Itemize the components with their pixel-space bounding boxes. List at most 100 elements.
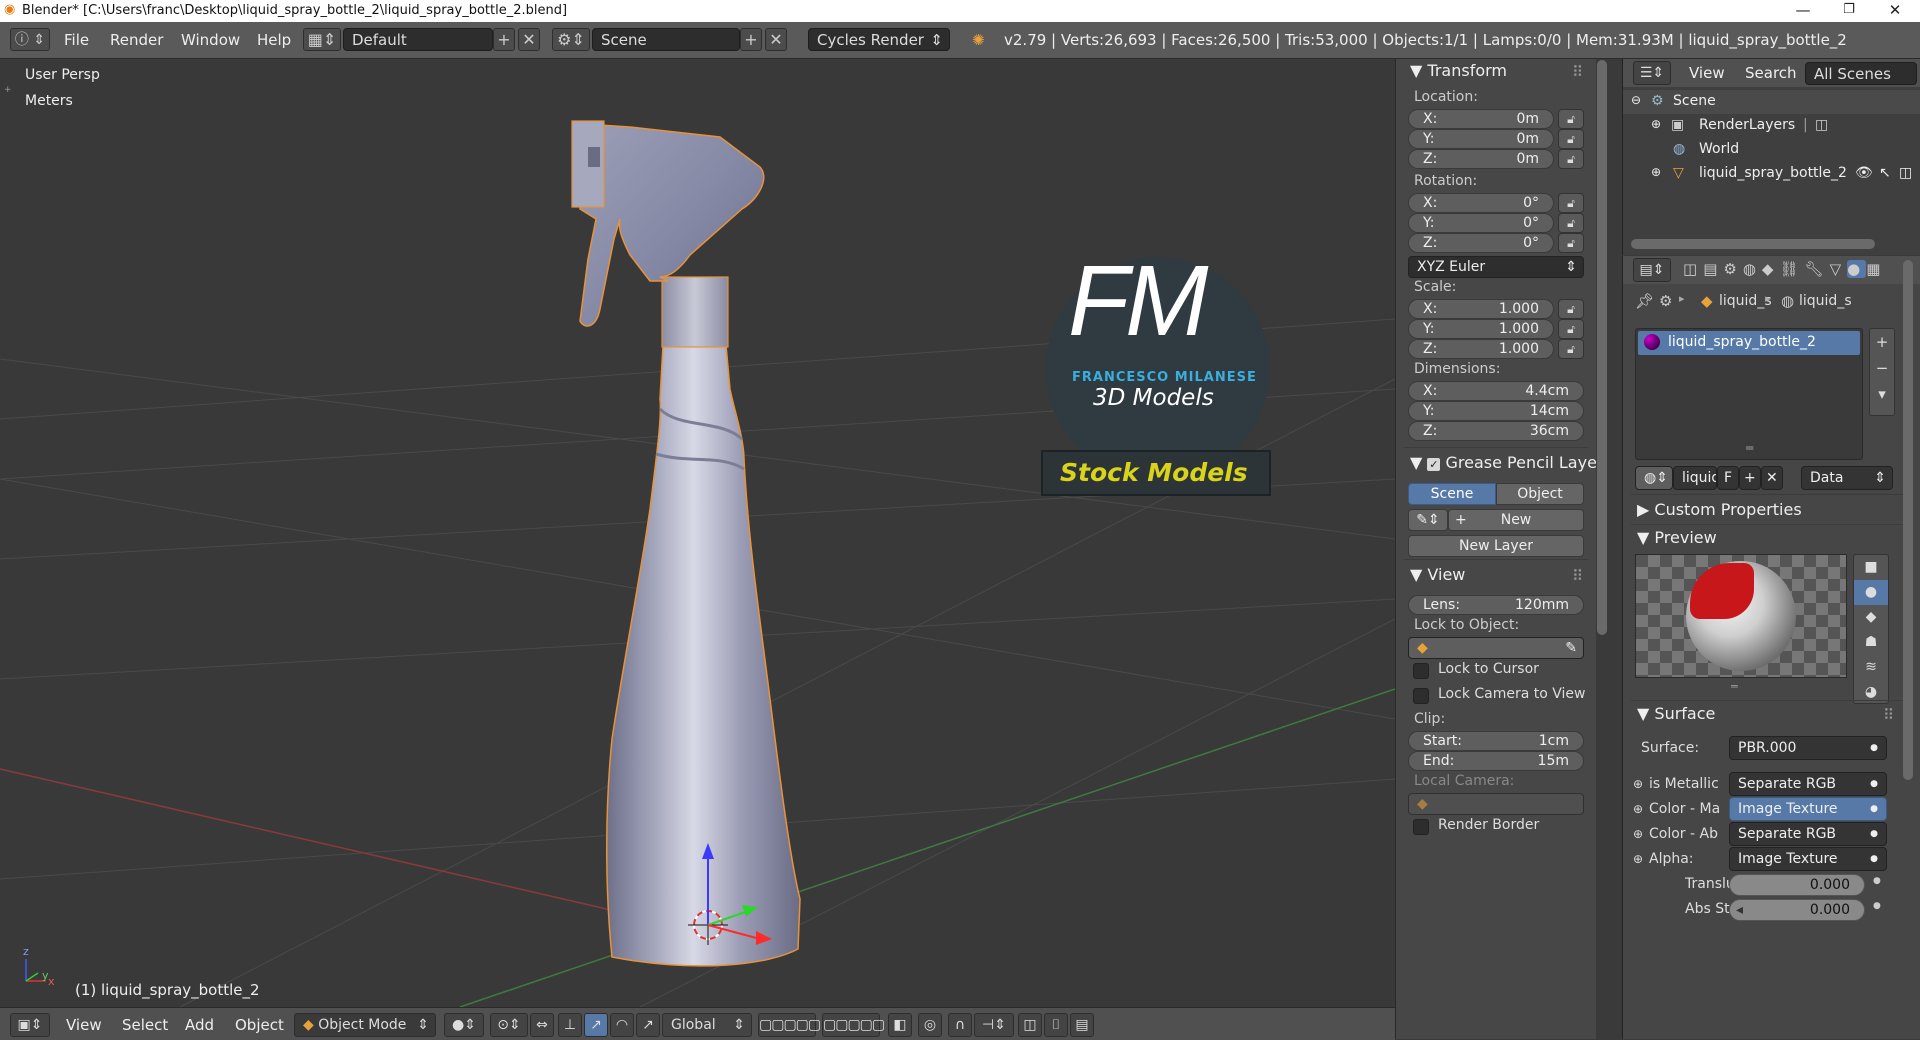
rotation-mode-select[interactable]: XYZ Euler ⇕ (1408, 256, 1584, 278)
close-button[interactable]: ✕ (1872, 0, 1918, 22)
preview-header[interactable]: ▼ Preview (1637, 528, 1717, 547)
input-select-alpha[interactable]: Image Texture ● (1729, 847, 1887, 871)
location-z-field[interactable]: Z: 0m (1408, 149, 1554, 169)
snap-element-select[interactable]: ⊣⇕ (974, 1013, 1014, 1037)
menu-help[interactable]: Help (257, 29, 291, 51)
editor-type-properties-button[interactable]: ▤⇕ (1633, 258, 1671, 282)
drag-handle-icon[interactable]: ⠿ (1883, 706, 1894, 724)
render-animation-button[interactable]: ▤ (1070, 1013, 1094, 1037)
modifiers-tab-icon[interactable]: 🔧︎ (1805, 260, 1830, 278)
outliner-row-world[interactable]: ◍ World (1623, 138, 1920, 162)
manipulator-toggle[interactable]: ⇔ (530, 1013, 554, 1037)
outliner-row-object[interactable]: ⊕ ▽ liquid_spray_bottle_2 👁︎ ↖ ◫ (1623, 162, 1920, 186)
lock-rotation-y[interactable]: 🔓︎ (1558, 213, 1584, 233)
fake-user-button[interactable]: F (1717, 466, 1739, 490)
data-tab-icon[interactable]: ▽ (1830, 260, 1848, 278)
minimize-button[interactable]: — (1780, 0, 1826, 22)
scale-manipulator[interactable]: ↗ (636, 1013, 660, 1037)
dimension-z-field[interactable]: Z: 36cm (1408, 421, 1584, 441)
mode-select[interactable]: ◆ Object Mode ⇕ (294, 1013, 436, 1037)
render-still-button[interactable]: ⌷ (1044, 1013, 1068, 1037)
preview-monkey-button[interactable]: ☗ (1854, 630, 1888, 655)
expand-icon[interactable]: ⊕ (1651, 165, 1661, 179)
rotation-x-field[interactable]: X: 0° (1408, 193, 1554, 213)
material-browse-button[interactable]: ◍⇕ (1635, 466, 1673, 490)
3d-viewport[interactable]: z y x User Persp Meters + (1) liquid_spr… (0, 59, 1395, 1007)
add-scene-button[interactable]: + (740, 28, 762, 51)
material-slot-row[interactable]: liquid_spray_bottle_2 (1638, 331, 1860, 355)
clip-end-field[interactable]: End: 15m (1408, 751, 1584, 771)
surface-shader-select[interactable]: PBR.000 ● (1729, 736, 1887, 760)
new-material-button[interactable]: + (1739, 466, 1761, 490)
editor-type-outliner-button[interactable]: ☰⇕ (1633, 61, 1671, 85)
lock-rotation-z[interactable]: 🔓︎ (1558, 233, 1584, 253)
menu-view[interactable]: View (66, 1015, 102, 1035)
dimension-x-field[interactable]: X: 4.4cm (1408, 381, 1584, 401)
layout-selector-button[interactable]: ▦⇕ (303, 28, 341, 51)
cursor-select-icon[interactable]: ↖ (1879, 165, 1891, 181)
menu-object[interactable]: Object (235, 1015, 284, 1035)
world-tab-icon[interactable]: ◍ (1743, 260, 1762, 278)
arc-manipulator[interactable]: ◠ (610, 1013, 634, 1037)
lock-location-y[interactable]: 🔓︎ (1558, 129, 1584, 149)
scale-x-field[interactable]: X: 1.000 (1408, 299, 1554, 319)
grease-source-object-tab[interactable]: Object (1496, 483, 1584, 505)
menu-render[interactable]: Render (110, 29, 163, 51)
proportional-editing-button[interactable]: ◎ (918, 1013, 942, 1037)
input-select-color-ma[interactable]: Image Texture ● (1729, 797, 1887, 821)
grease-new-button[interactable]: + New (1448, 509, 1584, 531)
spray-bottle-collar[interactable] (661, 276, 729, 348)
material-name-field[interactable]: liquid (1673, 466, 1717, 490)
delete-scene-button[interactable]: ✕ (765, 28, 787, 51)
constraints-tab-icon[interactable]: ⛓ (1779, 260, 1804, 278)
menu-file[interactable]: File (64, 29, 89, 51)
menu-select[interactable]: Select (122, 1015, 168, 1035)
layout-name-field[interactable]: Default (343, 28, 493, 51)
lock-scale-y[interactable]: 🔓︎ (1558, 319, 1584, 339)
lock-rotation-x[interactable]: 🔓︎ (1558, 193, 1584, 213)
preview-hair-button[interactable]: ≋ (1854, 655, 1888, 680)
lock-scale-z[interactable]: 🔓︎ (1558, 339, 1584, 359)
input-select-metallic[interactable]: Separate RGB ● (1729, 772, 1887, 796)
location-y-field[interactable]: Y: 0m (1408, 129, 1554, 149)
grease-pencil-selector[interactable]: ✎⇕ (1408, 509, 1448, 531)
slot-specials-button[interactable]: ▾ (1870, 381, 1894, 407)
grease-pencil-enable-checkbox[interactable]: ✓ (1427, 458, 1441, 471)
lock-layers-button[interactable]: ◧ (888, 1013, 912, 1037)
render-camera-icon[interactable]: ◫ (1899, 165, 1912, 181)
menu-window[interactable]: Window (181, 29, 240, 51)
delete-layout-button[interactable]: ✕ (518, 28, 540, 51)
outliner-display-mode-select[interactable]: All Scenes (1805, 62, 1917, 85)
abs-strength-field[interactable]: ◂ 0.000 (1729, 899, 1865, 921)
add-layout-button[interactable]: + (493, 28, 515, 51)
unlink-material-button[interactable]: ✕ (1761, 466, 1783, 490)
layers-tab-icon[interactable]: ▤ (1703, 260, 1723, 278)
list-resize-handle[interactable]: ═ (1746, 441, 1753, 455)
viewport-tool-shelf-toggle[interactable]: + (4, 85, 12, 95)
clip-start-field[interactable]: Start: 1cm (1408, 731, 1584, 751)
npanel-scrollbar[interactable] (1597, 60, 1607, 635)
preview-sphere-button[interactable]: ● (1854, 580, 1888, 605)
pivot-point-button[interactable]: ⊙⇕ (490, 1013, 528, 1037)
preview-sphere-small-button[interactable]: ◕ (1854, 680, 1888, 705)
lock-scale-x[interactable]: 🔓︎ (1558, 299, 1584, 319)
snap-toggle-button[interactable]: ∩ (948, 1013, 972, 1037)
properties-scrollbar[interactable] (1903, 260, 1913, 780)
grease-pencil-panel-header[interactable]: ▼ ✓ Grease Pencil Layer (1410, 453, 1596, 475)
outliner-row-scene[interactable]: ⊖ ⚙ Scene (1623, 90, 1920, 114)
location-x-field[interactable]: X: 0m (1408, 109, 1554, 129)
grease-source-scene-tab[interactable]: Scene (1408, 483, 1496, 505)
transform-orientation-select[interactable]: Global ⇕ (662, 1013, 752, 1037)
drag-handle-icon[interactable]: ⠿ (1572, 63, 1583, 81)
lock-location-x[interactable]: 🔓︎ (1558, 109, 1584, 129)
outliner-menu-search[interactable]: Search (1745, 63, 1797, 83)
collapse-icon[interactable]: ⊖ (1631, 93, 1641, 107)
grease-new-layer-button[interactable]: New Layer (1408, 535, 1584, 557)
texture-tab-icon[interactable]: ▦ (1866, 260, 1886, 278)
decrement-arrow-icon[interactable]: ◂ (1736, 900, 1743, 920)
add-slot-button[interactable]: + (1870, 329, 1894, 355)
render-engine-select[interactable]: Cycles Render ⇕ (808, 28, 950, 51)
scene-tab-icon[interactable]: ⚙ (1723, 260, 1742, 278)
surface-panel-header[interactable]: ▼ Surface (1637, 704, 1715, 723)
rotate-manipulator[interactable]: ↗ (584, 1013, 608, 1037)
